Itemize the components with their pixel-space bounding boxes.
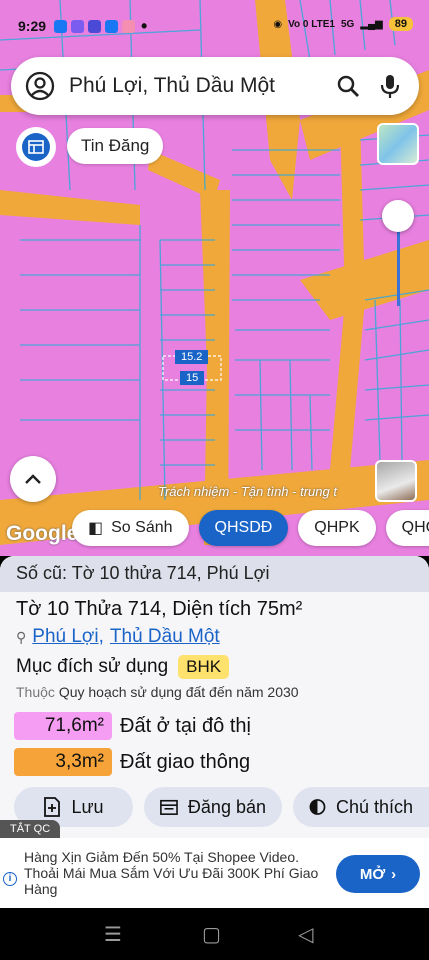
agent-avatar[interactable] [375,460,417,502]
location-separator: , [98,626,104,647]
parcel-title: Tờ 10 Thửa 714, Diện tích 75m² [16,598,303,620]
battery-badge: 89 [388,17,413,31]
opacity-slider-handle[interactable] [382,200,414,232]
ad-cta-label: MỞ [359,865,386,883]
land-use-label: Đất ở tại đô thị [120,714,251,737]
calendar-icon [160,799,178,815]
ad-banner[interactable]: i Hàng Xịn Giảm Đến 50% Tại Shopee Video… [0,838,429,908]
back-icon[interactable]: ◁ [298,922,313,947]
facebook-icon [54,19,68,33]
compare-icon: ◧ [88,520,104,537]
search-icon[interactable] [335,73,361,99]
microphone-icon[interactable] [377,73,403,99]
ad-open-button[interactable]: MỞ › [336,855,420,893]
ward-link[interactable]: Phú Lợi [32,626,98,648]
search-query[interactable]: Phú Lợi, Thủ Dầu Một [69,74,335,98]
post-label: Đăng bán [187,796,266,817]
info-icon[interactable]: i [3,872,17,886]
app-icon [88,19,102,33]
messenger-icon [71,19,85,33]
purpose-code-badge: BHK [178,655,230,679]
status-bar: 9:29 • ◉ Vo 0 LTE1 5G ▂▄▆ 89 [0,0,429,52]
add-file-icon [44,797,61,817]
purpose-label: Mục đích sử dụng [16,656,169,677]
post-for-sale-button[interactable]: Đăng bán [144,787,282,827]
listing-icon[interactable] [16,127,56,167]
parcel-width-label: 15.2 [175,350,209,364]
profile-icon[interactable] [25,71,55,101]
plan-info: Thuộc Quy hoạch sử dụng đất đến năm 2030 [16,684,299,700]
location-pin-icon: ⚲ [16,628,27,645]
plan-prefix: Thuộc [16,684,55,700]
location-icon: ◉ [273,18,283,30]
google-logo: Google [6,522,79,545]
land-use-row: 71,6m² Đất ở tại đô thị [14,712,251,740]
land-use-area: 71,6m² [14,712,112,740]
map-layer-toggle[interactable] [377,123,419,165]
listings-chip[interactable]: Tin Đăng [67,128,164,164]
collapse-button[interactable] [10,456,56,502]
tab-label: QHPK [314,519,360,536]
land-purpose: Mục đích sử dụng BHK [16,655,230,679]
system-nav-bar: ☰ ▢ ◁ [0,908,429,960]
clock: 9:29 [18,18,47,34]
chevron-up-icon [25,474,41,484]
city-link[interactable]: Thủ Dầu Một [110,626,220,648]
legend-button[interactable]: Chú thích [293,787,429,827]
save-label: Lưu [71,796,104,817]
dot-icon: • [141,15,148,36]
ad-text: Hàng Xịn Giảm Đến 50% Tại Shopee Video. … [24,849,319,897]
signal-icon: ▂▄▆ [360,18,383,30]
recent-apps-icon[interactable]: ☰ [104,922,122,947]
chevron-right-icon: › [391,865,397,883]
facebook-icon [105,19,119,33]
tab-qhpk[interactable]: QHPK [298,510,376,546]
location: ⚲ Phú Lợi , Thủ Dầu Một [16,626,220,648]
tab-so-sanh[interactable]: ◧ So Sánh [72,510,189,546]
table-icon [22,133,50,161]
land-use-row: 3,3m² Đất giao thông [14,748,250,776]
tab-label: QHC [401,519,429,536]
plan-name: Quy hoạch sử dụng đất đến năm 2030 [58,684,299,700]
parcel-info-panel: Số cũ: Tờ 10 thửa 714, Phú Lợi Tờ 10 Thử… [0,556,429,838]
contrast-icon [309,799,326,815]
network-type: 5G [340,18,355,30]
tab-qhsdd[interactable]: QHSDĐ [198,510,289,546]
status-icons: ◉ Vo 0 LTE1 5G ▂▄▆ 89 [273,17,413,31]
watermark: Trách nhiệm - Tận tình - trung t [158,484,337,499]
layer-tabs: ◧ So Sánh QHSDĐ QHPK QHC [72,510,429,546]
hide-ad-button[interactable]: TẮT QC [0,820,61,840]
tab-label: So Sánh [111,519,173,536]
signal-text: Vo 0 LTE1 [288,18,335,30]
legend-label: Chú thích [335,796,413,817]
app-icon [122,19,136,33]
tab-label: QHSDĐ [214,519,273,536]
home-icon[interactable]: ▢ [202,922,221,947]
search-bar[interactable]: Phú Lợi, Thủ Dầu Một [11,57,419,115]
map-view[interactable]: 9:29 • ◉ Vo 0 LTE1 5G ▂▄▆ 89 Phú Lợi, Th… [0,0,429,556]
old-number: Số cũ: Tờ 10 thửa 714, Phú Lợi [0,556,429,592]
tab-qhc[interactable]: QHC [385,510,429,546]
land-use-label: Đất giao thông [120,750,251,773]
land-use-area: 3,3m² [14,748,112,776]
parcel-depth-label: 15 [180,371,205,385]
